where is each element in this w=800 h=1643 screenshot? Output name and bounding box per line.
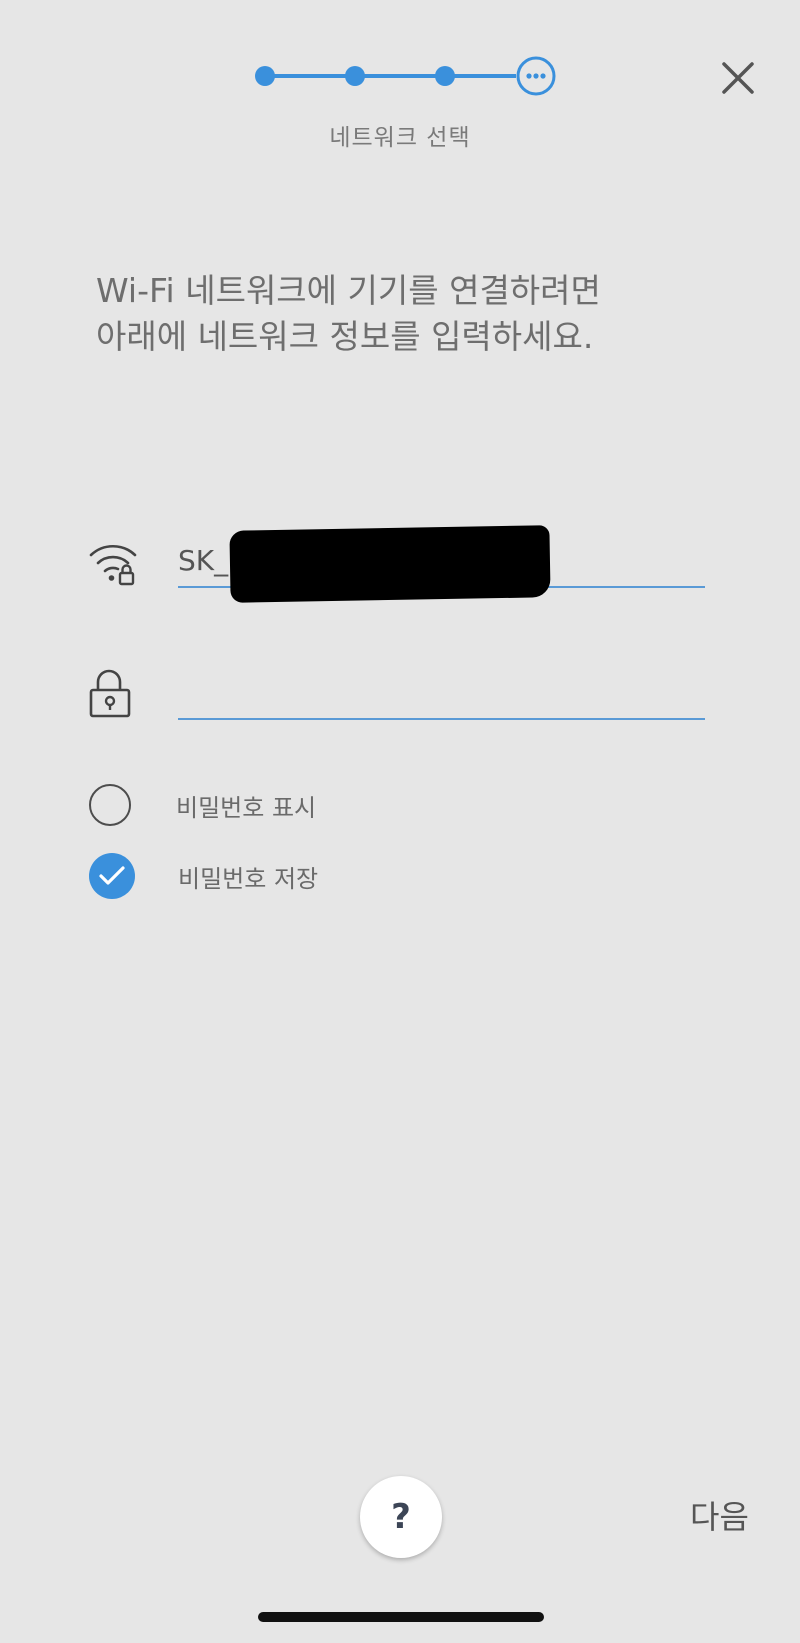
step-dot-2: [345, 66, 365, 86]
home-indicator: [258, 1612, 544, 1622]
instruction-line-2: 아래에 네트워크 정보를 입력하세요.: [96, 317, 594, 356]
lock-icon: [88, 668, 138, 718]
save-password-label: 비밀번호 저장: [178, 864, 319, 893]
close-icon: [722, 62, 754, 94]
redaction-mark: [229, 525, 551, 603]
stepper-graphic: [255, 56, 556, 96]
close-button[interactable]: [716, 56, 760, 100]
show-password-radio[interactable]: [89, 784, 131, 826]
ssid-field-wrapper[interactable]: SK_G: [178, 525, 705, 612]
wifi-lock-icon: [88, 540, 138, 590]
checkmark-icon: [99, 866, 125, 885]
ssid-row: SK_G: [88, 525, 708, 612]
step-dot-1: [255, 66, 275, 86]
save-password-checkbox[interactable]: [89, 853, 135, 899]
show-password-label: 비밀번호 표시: [176, 793, 317, 822]
password-row: [88, 668, 708, 744]
next-button[interactable]: 다음: [690, 1492, 749, 1538]
password-input[interactable]: [178, 668, 705, 720]
step-dot-3: [435, 66, 455, 86]
instruction-line-1: Wi-Fi 네트워크에 기기를 연결하려면: [96, 271, 601, 310]
ellipsis-icon: [526, 73, 532, 79]
ssid-value: SK_: [178, 544, 229, 577]
progress-stepper: [0, 56, 800, 96]
instruction-text: Wi-Fi 네트워크에 기기를 연결하려면 아래에 네트워크 정보를 입력하세요…: [96, 268, 736, 360]
help-button[interactable]: ?: [360, 1476, 442, 1558]
step-label: 네트워크 선택: [329, 125, 471, 151]
save-password-option[interactable]: 비밀번호 저장: [89, 853, 318, 899]
show-password-option[interactable]: 비밀번호 표시: [89, 782, 316, 828]
